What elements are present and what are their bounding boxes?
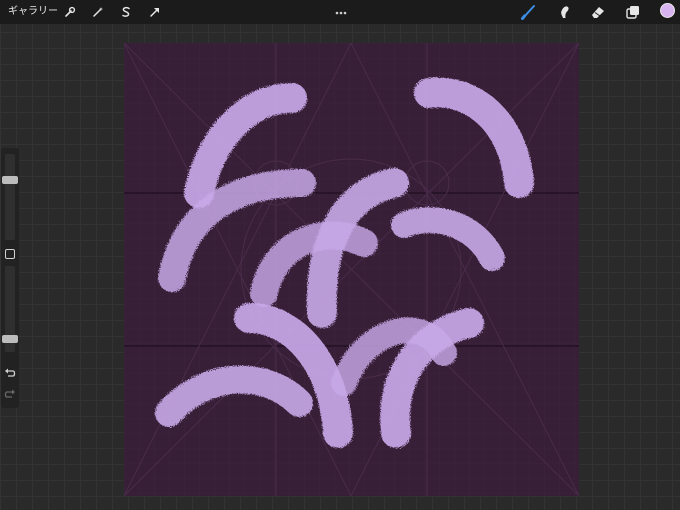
brush-size-thumb[interactable] bbox=[2, 176, 18, 184]
wrench-icon[interactable] bbox=[61, 3, 79, 21]
gallery-button[interactable]: ギャラリー bbox=[8, 4, 58, 20]
eraser-icon[interactable] bbox=[589, 3, 607, 21]
opacity-thumb[interactable] bbox=[2, 335, 18, 343]
top-toolbar: ギャラリー bbox=[0, 0, 680, 24]
canvas-artwork bbox=[124, 43, 579, 496]
layers-icon[interactable] bbox=[624, 3, 642, 21]
smudge-icon[interactable] bbox=[555, 3, 573, 21]
brush-size-slider[interactable] bbox=[2, 154, 18, 240]
drawing-canvas[interactable] bbox=[124, 43, 579, 496]
opacity-slider[interactable] bbox=[2, 266, 18, 352]
brush-icon[interactable] bbox=[520, 3, 538, 21]
more-dots-icon[interactable] bbox=[334, 2, 348, 15]
selection-s-icon[interactable] bbox=[117, 3, 135, 21]
sidebar bbox=[1, 148, 19, 408]
square-modify-icon[interactable] bbox=[5, 249, 15, 259]
color-swatch[interactable] bbox=[660, 3, 675, 18]
transform-arrow-icon[interactable] bbox=[146, 3, 164, 21]
magic-wand-icon[interactable] bbox=[89, 3, 107, 21]
redo-icon[interactable] bbox=[3, 386, 17, 400]
undo-icon[interactable] bbox=[3, 365, 17, 379]
